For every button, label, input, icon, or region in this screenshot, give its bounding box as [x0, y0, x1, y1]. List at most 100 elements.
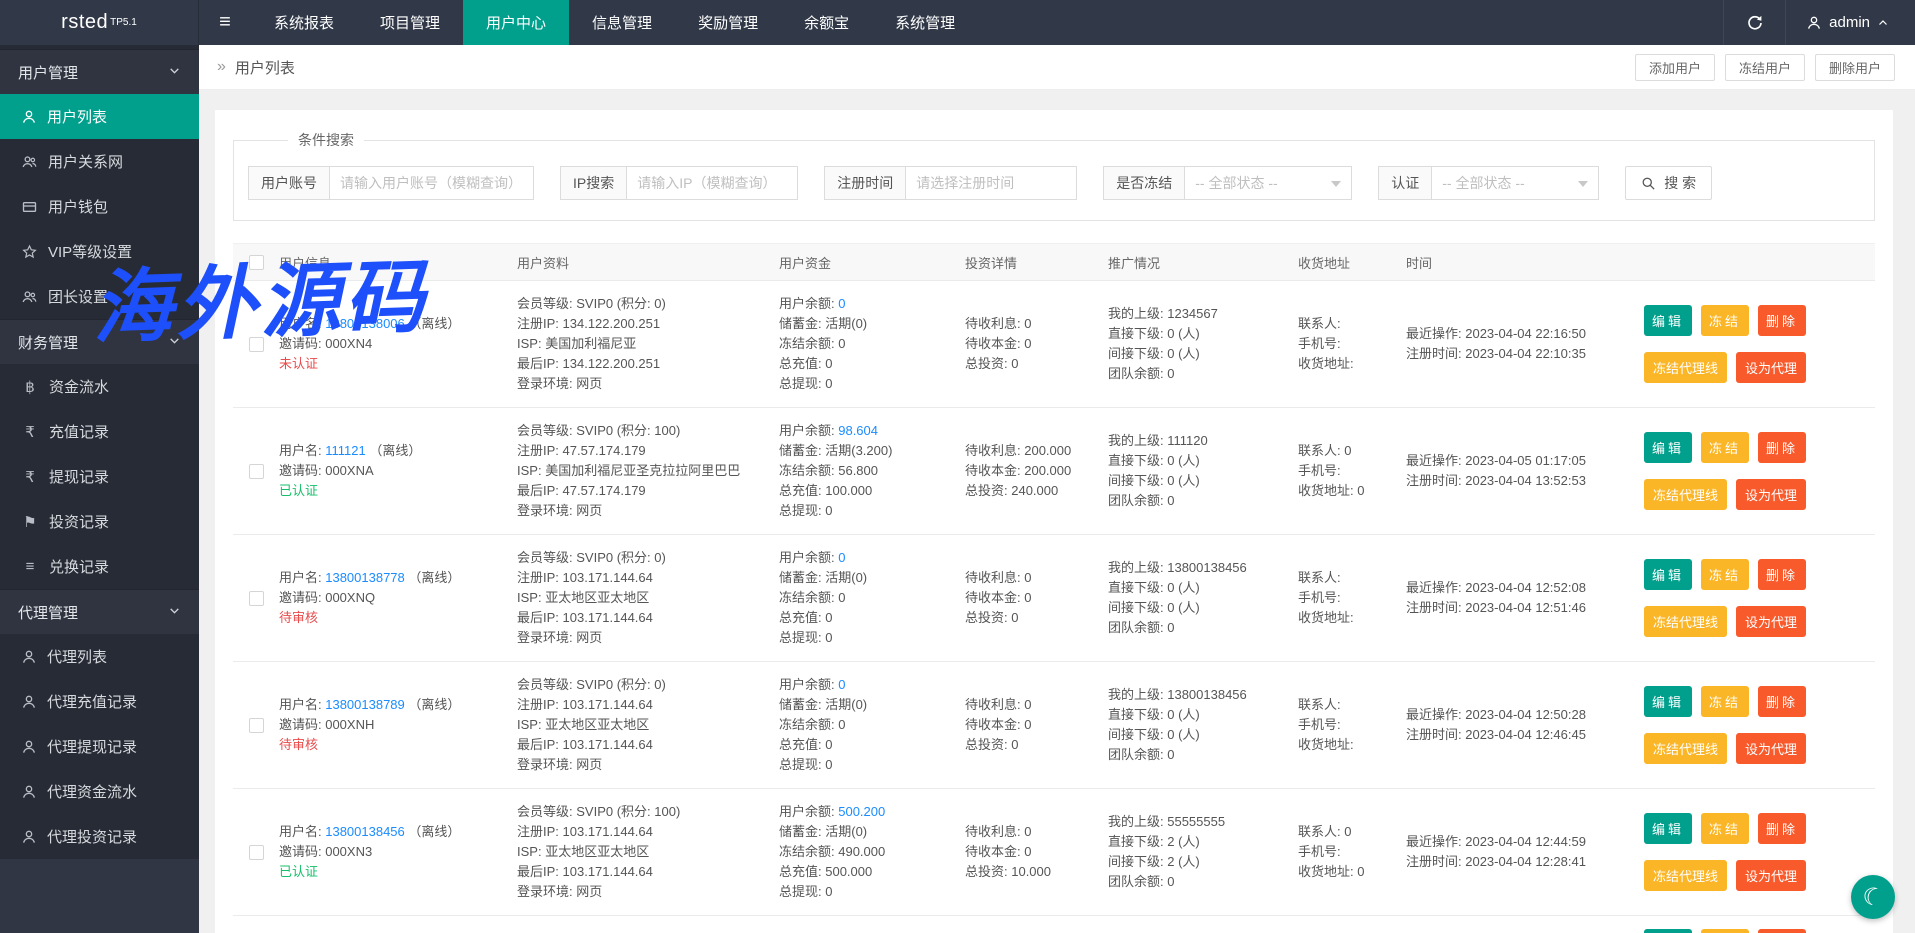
sidebar-item[interactable]: 用户关系网	[0, 139, 199, 184]
freeze-button[interactable]: 冻结	[1701, 559, 1749, 590]
sidebar-item[interactable]: 代理充值记录	[0, 679, 199, 724]
row-checkbox[interactable]	[249, 591, 264, 606]
field-value: 0	[1011, 610, 1018, 625]
content-card: 条件搜索 用户账号 IP搜索 注册时间 是否冻结 -- 全部状态 -	[215, 110, 1893, 933]
field-value: 0 (人)	[1167, 326, 1200, 341]
freeze-button[interactable]: 冻结	[1701, 305, 1749, 336]
menu-toggle-icon[interactable]: ≡	[199, 0, 251, 45]
edit-button[interactable]: 编辑	[1644, 559, 1692, 590]
freeze-agent-line-button[interactable]: 冻结代理线	[1644, 352, 1727, 383]
field-value: 2023-04-04 12:50:28	[1465, 707, 1586, 722]
delete-user-button[interactable]: 删除用户	[1815, 54, 1895, 81]
field-label: 手机号:	[1298, 336, 1341, 351]
sidebar-item[interactable]: 用户列表	[0, 94, 199, 139]
freeze-status-select[interactable]: -- 全部状态 --	[1184, 166, 1352, 200]
field-value: 2 (人)	[1167, 854, 1200, 869]
sidebar-item[interactable]: 代理资金流水	[0, 769, 199, 814]
field-value[interactable]: 500.200	[838, 804, 885, 819]
add-user-button[interactable]: 添加用户	[1635, 54, 1715, 81]
nav-tab[interactable]: 系统管理	[872, 0, 978, 45]
set-agent-button[interactable]: 设为代理	[1736, 733, 1806, 764]
nav-tab[interactable]: 余额宝	[781, 0, 872, 45]
set-agent-button[interactable]: 设为代理	[1736, 860, 1806, 891]
nav-tab-active[interactable]: 用户中心	[463, 0, 569, 45]
nav-tab[interactable]: 项目管理	[357, 0, 463, 45]
username-link[interactable]: 111121	[325, 443, 366, 458]
field-value: 0	[825, 610, 832, 625]
set-agent-button[interactable]: 设为代理	[1736, 606, 1806, 637]
freeze-agent-line-button[interactable]: 冻结代理线	[1644, 733, 1727, 764]
edit-button[interactable]: 编辑	[1644, 686, 1692, 717]
username-link[interactable]: 13800138006	[325, 316, 405, 331]
sidebar-item[interactable]: 代理列表	[0, 634, 199, 679]
nav-tab[interactable]: 信息管理	[569, 0, 675, 45]
user-icon	[21, 829, 37, 845]
username-link[interactable]: 13800138778	[325, 570, 405, 585]
field-value[interactable]: 0	[838, 550, 845, 565]
edit-button[interactable]: 编辑	[1644, 813, 1692, 844]
sidebar-item[interactable]: ₹提现记录	[0, 454, 199, 499]
select-all-checkbox[interactable]	[249, 255, 264, 270]
freeze-agent-line-button[interactable]: 冻结代理线	[1644, 479, 1727, 510]
register-time-input[interactable]	[905, 166, 1077, 200]
sidebar-item[interactable]: 用户钱包	[0, 184, 199, 229]
field-value: 网页	[576, 757, 602, 772]
sidebar-item-label: 用户列表	[47, 106, 107, 127]
set-agent-button[interactable]: 设为代理	[1736, 479, 1806, 510]
sidebar-item[interactable]: 代理提现记录	[0, 724, 199, 769]
sidebar-group-header[interactable]: 财务管理	[0, 319, 199, 364]
delete-button[interactable]: 删除	[1758, 559, 1806, 590]
row-checkbox[interactable]	[249, 337, 264, 352]
delete-button[interactable]: 删除	[1758, 305, 1806, 336]
sidebar-item[interactable]: ฿资金流水	[0, 364, 199, 409]
field-value[interactable]: 0	[838, 677, 845, 692]
set-agent-button[interactable]: 设为代理	[1736, 352, 1806, 383]
delete-button[interactable]: 删除	[1758, 929, 1806, 933]
user-menu[interactable]: admin	[1785, 0, 1915, 45]
freeze-agent-line-button[interactable]: 冻结代理线	[1644, 606, 1727, 637]
ip-input[interactable]	[626, 166, 798, 200]
nav-tab[interactable]: 奖励管理	[675, 0, 781, 45]
field-value[interactable]: 98.604	[838, 423, 878, 438]
edit-button[interactable]: 编辑	[1644, 929, 1692, 933]
sidebar-group-header[interactable]: 用户管理	[0, 49, 199, 94]
search-button[interactable]: 搜 索	[1625, 166, 1712, 200]
edit-button[interactable]: 编辑	[1644, 305, 1692, 336]
nav-tab[interactable]: 系统报表	[251, 0, 357, 45]
field-line: 收货地址:	[1298, 735, 1406, 755]
sidebar-group-header[interactable]: 代理管理	[0, 589, 199, 634]
freeze-button[interactable]: 冻结	[1701, 929, 1749, 933]
freeze-user-button[interactable]: 冻结用户	[1725, 54, 1805, 81]
edit-button[interactable]: 编辑	[1644, 432, 1692, 463]
freeze-agent-line-button[interactable]: 冻结代理线	[1644, 860, 1727, 891]
user-table: 用户信息 用户资料 用户资金 投资详情 推广情况 收货地址 时间 用户名: 13…	[233, 243, 1875, 933]
delete-button[interactable]: 删除	[1758, 813, 1806, 844]
sidebar-item[interactable]: ≡兑换记录	[0, 544, 199, 589]
column-header: 投资详情	[965, 253, 1108, 272]
account-input[interactable]	[329, 166, 534, 200]
sidebar-item[interactable]: 代理投资记录	[0, 814, 199, 859]
username-link[interactable]: 13800138789	[325, 697, 405, 712]
refresh-button[interactable]	[1723, 0, 1785, 45]
row-checkbox[interactable]	[249, 845, 264, 860]
field-label: 手机号:	[1298, 717, 1341, 732]
sidebar-item[interactable]: VIP等级设置	[0, 229, 199, 274]
freeze-button[interactable]: 冻结	[1701, 432, 1749, 463]
field-line: 最后IP: 103.171.144.64	[517, 735, 779, 755]
sidebar-item[interactable]: 团长设置	[0, 274, 199, 319]
sidebar-item[interactable]: ₹充值记录	[0, 409, 199, 454]
freeze-button[interactable]: 冻结	[1701, 813, 1749, 844]
row-checkbox[interactable]	[249, 464, 264, 479]
field-label: 最后IP:	[517, 737, 563, 752]
field-line: 储蓄金: 活期(3.200)	[779, 441, 965, 461]
username-link[interactable]: 13800138456	[325, 824, 405, 839]
delete-button[interactable]: 删除	[1758, 686, 1806, 717]
freeze-button[interactable]: 冻结	[1701, 686, 1749, 717]
field-value[interactable]: 0	[838, 296, 845, 311]
sidebar-item[interactable]: ⚑投资记录	[0, 499, 199, 544]
field-line: 冻结余额: 56.800	[779, 461, 965, 481]
floating-theme-button[interactable]: ☾	[1851, 875, 1895, 919]
verify-status-select[interactable]: -- 全部状态 --	[1431, 166, 1599, 200]
delete-button[interactable]: 删除	[1758, 432, 1806, 463]
row-checkbox[interactable]	[249, 718, 264, 733]
